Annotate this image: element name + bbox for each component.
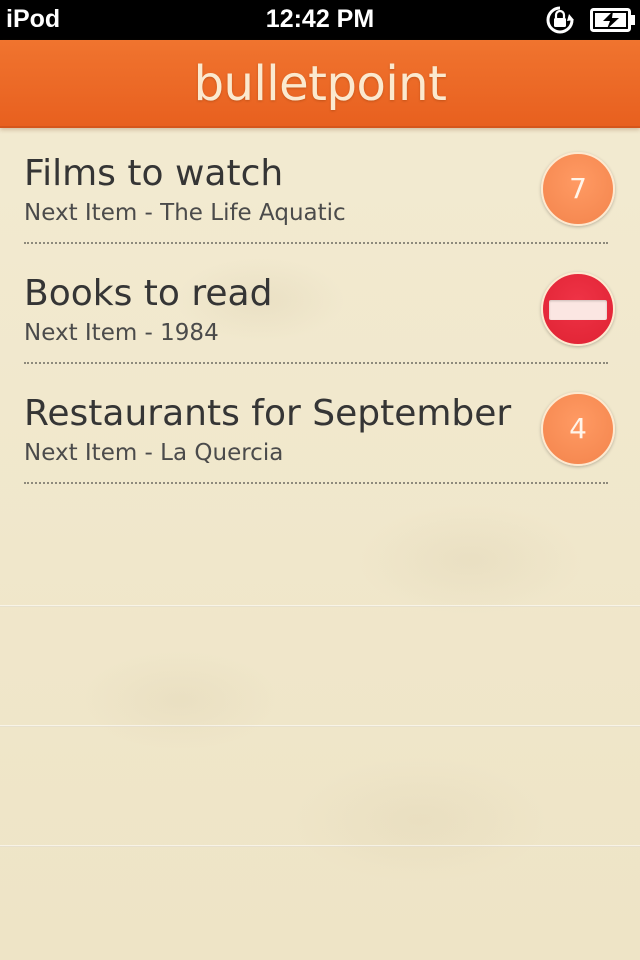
list-item-subtitle: Next Item - The Life Aquatic: [24, 200, 346, 226]
ruled-line: [0, 725, 640, 727]
list-item-title: Restaurants for September: [24, 393, 512, 434]
battery-charging-icon: [590, 8, 635, 32]
dotted-divider: [24, 362, 608, 364]
list-item-subtitle: Next Item - 1984: [24, 320, 219, 346]
rotation-lock-icon: [546, 6, 574, 34]
no-entry-icon[interactable]: [541, 272, 615, 346]
status-bar: iPod 12:42 PM: [0, 0, 640, 40]
list-item-subtitle: Next Item - La Quercia: [24, 440, 284, 466]
list-item-title: Books to read: [24, 273, 273, 314]
dotted-divider: [24, 482, 608, 484]
count-badge[interactable]: 4: [541, 392, 615, 466]
list-item-films[interactable]: Films to watch Next Item - The Life Aqua…: [0, 128, 640, 248]
no-entry-bar: [549, 300, 607, 320]
list-item-restaurants[interactable]: Restaurants for September Next Item - La…: [0, 368, 640, 488]
lists-container: Films to watch Next Item - The Life Aqua…: [0, 128, 640, 488]
ruled-line: [0, 845, 640, 847]
app-screen: iPod 12:42 PM bulletpoint Films to watch…: [0, 0, 640, 960]
dotted-divider: [24, 242, 608, 244]
app-title: bulletpoint: [193, 56, 447, 112]
list-item-books[interactable]: Books to read Next Item - 1984: [0, 248, 640, 368]
navigation-bar: bulletpoint: [0, 40, 640, 128]
count-badge[interactable]: 7: [541, 152, 615, 226]
list-item-title: Films to watch: [24, 153, 284, 194]
ruled-line: [0, 605, 640, 607]
